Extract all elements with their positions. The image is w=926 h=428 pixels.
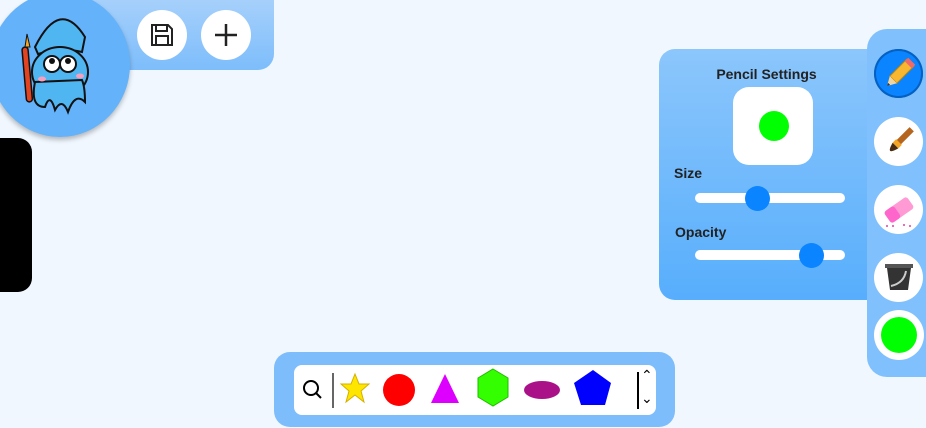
tool-sidebar <box>867 29 926 377</box>
pencil-tool-button[interactable] <box>874 49 923 98</box>
hexagon-shape[interactable] <box>477 368 509 408</box>
size-slider-thumb[interactable] <box>744 186 770 211</box>
pencil-settings-panel: Pencil Settings Size Opacity <box>659 49 879 300</box>
eraser-icon <box>884 196 913 227</box>
pentagon-shape[interactable] <box>573 368 613 408</box>
save-button[interactable] <box>137 10 187 60</box>
size-slider[interactable] <box>695 186 845 211</box>
opacity-label: Opacity <box>675 224 727 240</box>
shape-list: ⌃ ⌄ <box>294 365 656 415</box>
paintbrush-icon <box>889 126 914 151</box>
opacity-slider-thumb[interactable] <box>798 243 824 268</box>
eraser-tool-button[interactable] <box>874 185 923 234</box>
shape-bar: ⌃ ⌄ <box>274 352 675 427</box>
floppy-disk-icon <box>151 24 173 46</box>
pencil-icon <box>886 57 915 86</box>
search-icon[interactable] <box>302 379 324 401</box>
triangle-shape[interactable] <box>429 371 461 407</box>
color-picker-button[interactable] <box>874 310 924 360</box>
opacity-slider[interactable] <box>695 243 845 268</box>
brush-tool-button[interactable] <box>874 117 923 166</box>
ellipse-shape[interactable] <box>523 371 561 407</box>
paint-bucket-icon <box>884 263 913 290</box>
left-edge-panel[interactable] <box>0 138 32 292</box>
divider <box>332 373 334 408</box>
current-color-swatch <box>881 317 917 353</box>
app-logo[interactable] <box>0 0 130 137</box>
circle-shape[interactable] <box>382 371 416 407</box>
star-shape[interactable] <box>339 371 371 407</box>
size-label: Size <box>674 165 703 181</box>
brush-preview <box>733 87 813 165</box>
bucket-tool-button[interactable] <box>874 253 923 302</box>
settings-title: Pencil Settings <box>716 66 817 82</box>
preview-dot <box>759 111 789 141</box>
divider <box>637 372 639 409</box>
add-button[interactable] <box>201 10 251 60</box>
plus-icon <box>215 24 237 46</box>
squid-mascot-icon <box>21 18 89 115</box>
scroll-up-icon[interactable]: ⌃ <box>641 367 653 384</box>
scroll-down-icon[interactable]: ⌄ <box>641 390 653 407</box>
